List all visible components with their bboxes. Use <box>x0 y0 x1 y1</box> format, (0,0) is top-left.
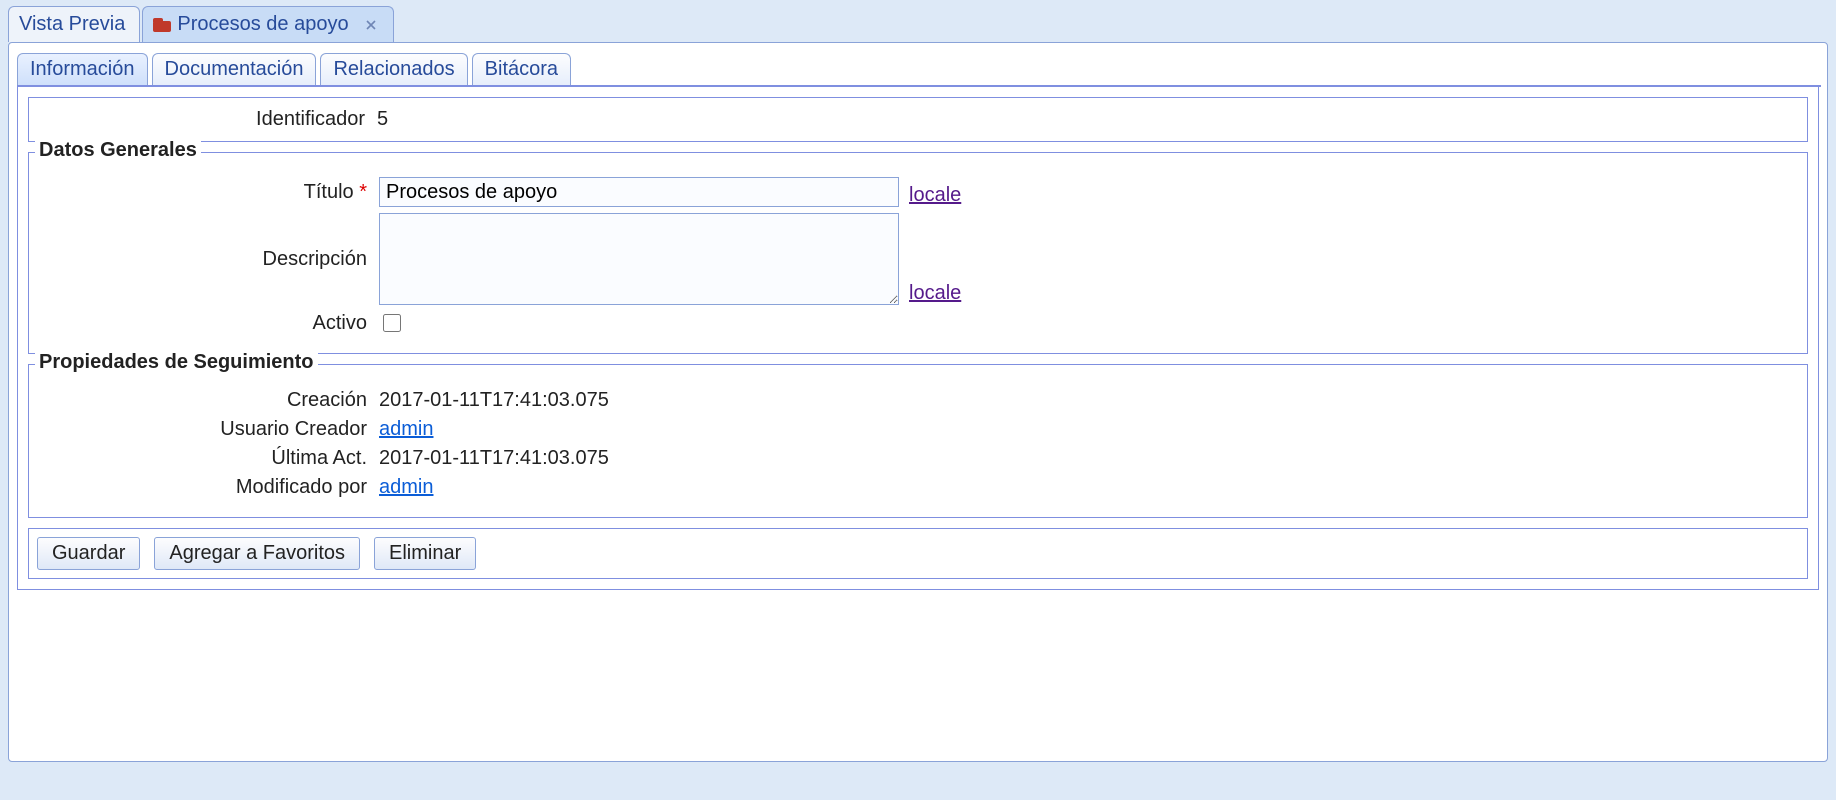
guardar-button[interactable]: Guardar <box>37 537 140 570</box>
inner-tabs: Información Documentación Relacionados B… <box>17 51 1821 87</box>
tab-informacion-label: Información <box>30 58 135 80</box>
locale-link-titulo[interactable]: locale <box>909 184 961 207</box>
datos-generales-legend: Datos Generales <box>35 139 201 162</box>
tab-relacionados-label: Relacionados <box>333 58 454 80</box>
seguimiento-fieldset: Propiedades de Seguimiento Creación 2017… <box>28 364 1808 518</box>
eliminar-button[interactable]: Eliminar <box>374 537 476 570</box>
datos-generales-fieldset: Datos Generales Título * locale Descripc… <box>28 152 1808 354</box>
button-bar: Guardar Agregar a Favoritos Eliminar <box>28 528 1808 579</box>
creacion-label: Creación <box>39 389 379 412</box>
seguimiento-legend: Propiedades de Seguimiento <box>35 351 318 374</box>
titulo-row: Título * locale <box>39 177 1797 207</box>
activo-checkbox[interactable] <box>383 314 401 332</box>
modificado-por-label: Modificado por <box>39 476 379 499</box>
ultima-act-row: Última Act. 2017-01-11T17:41:03.075 <box>39 447 1797 470</box>
tab-informacion[interactable]: Información <box>17 53 148 85</box>
agregar-favoritos-button[interactable]: Agregar a Favoritos <box>154 537 360 570</box>
descripcion-textarea[interactable] <box>379 213 899 305</box>
creacion-row: Creación 2017-01-11T17:41:03.075 <box>39 389 1797 412</box>
tab-procesos-de-apoyo[interactable]: Procesos de apoyo <box>142 6 393 42</box>
identificador-label: Identificador <box>37 108 377 131</box>
descripcion-row: Descripción locale <box>39 213 1797 305</box>
main-panel: Información Documentación Relacionados B… <box>8 42 1828 762</box>
tab-documentacion[interactable]: Documentación <box>152 53 317 85</box>
titulo-label: Título * <box>39 181 379 204</box>
folder-icon <box>153 18 171 32</box>
locale-link-descripcion[interactable]: locale <box>909 282 961 305</box>
app-window: Vista Previa Procesos de apoyo Informaci… <box>0 0 1836 800</box>
usuario-creador-label: Usuario Creador <box>39 418 379 441</box>
ultima-act-value: 2017-01-11T17:41:03.075 <box>379 447 609 470</box>
tab-relacionados[interactable]: Relacionados <box>320 53 467 85</box>
tab-vista-previa-label: Vista Previa <box>19 13 125 36</box>
modificado-por-row: Modificado por admin <box>39 476 1797 499</box>
modificado-por-link[interactable]: admin <box>379 476 433 499</box>
identificador-section: Identificador 5 <box>28 97 1808 142</box>
tab-bitacora-label: Bitácora <box>485 58 558 80</box>
tab-procesos-de-apoyo-label: Procesos de apoyo <box>177 13 348 36</box>
titulo-input[interactable] <box>379 177 899 207</box>
required-asterisk-icon: * <box>359 181 367 203</box>
activo-row: Activo <box>39 311 1797 335</box>
tab-documentacion-label: Documentación <box>165 58 304 80</box>
ultima-act-label: Última Act. <box>39 447 379 470</box>
form-body: Identificador 5 Datos Generales Título *… <box>17 87 1819 590</box>
close-icon[interactable] <box>363 17 379 33</box>
titulo-label-text: Título <box>304 181 354 203</box>
creacion-value: 2017-01-11T17:41:03.075 <box>379 389 609 412</box>
tab-vista-previa[interactable]: Vista Previa <box>8 6 140 42</box>
usuario-creador-row: Usuario Creador admin <box>39 418 1797 441</box>
identificador-value: 5 <box>377 108 388 131</box>
tab-bitacora[interactable]: Bitácora <box>472 53 571 85</box>
window-tabs: Vista Previa Procesos de apoyo <box>0 0 1836 42</box>
descripcion-label: Descripción <box>39 248 379 271</box>
activo-label: Activo <box>39 312 379 335</box>
usuario-creador-link[interactable]: admin <box>379 418 433 441</box>
